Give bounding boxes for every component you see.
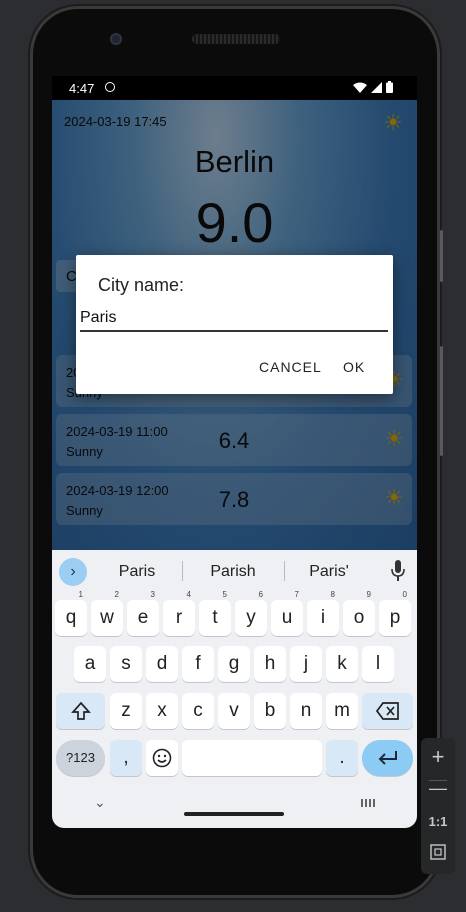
comma-key[interactable]: ,: [110, 740, 142, 776]
key-j[interactable]: j: [290, 646, 322, 682]
shift-key[interactable]: [56, 693, 105, 729]
key-letter: e: [137, 607, 149, 628]
status-icons: [353, 81, 393, 93]
key-b[interactable]: b: [254, 693, 286, 729]
enter-key[interactable]: [362, 740, 413, 776]
key-number-hint: 4: [186, 590, 191, 599]
keyboard-switch-icon[interactable]: [361, 799, 375, 807]
chevron-right-icon[interactable]: ›: [59, 558, 87, 586]
key-y[interactable]: y6: [235, 590, 267, 636]
key-p[interactable]: p0: [379, 590, 411, 636]
power-button: [440, 346, 443, 456]
volume-button: [440, 230, 443, 282]
key-l[interactable]: l: [362, 646, 394, 682]
key-w[interactable]: w2: [91, 590, 123, 636]
key-letter: t: [212, 607, 218, 628]
front-camera: [110, 33, 122, 45]
key-letter: p: [389, 607, 401, 628]
signal-icon: [371, 81, 382, 93]
key-e[interactable]: e3: [127, 590, 159, 636]
key-number-hint: 3: [150, 590, 155, 599]
key-number-hint: 5: [222, 590, 227, 599]
key-a[interactable]: a: [74, 646, 106, 682]
key-q[interactable]: q1: [55, 590, 87, 636]
suggestion-divider: [182, 561, 183, 581]
period-key[interactable]: .: [326, 740, 358, 776]
emoji-key[interactable]: [146, 740, 178, 776]
city-name-dialog: City name: CANCEL OK: [76, 255, 393, 394]
key-letter: q: [65, 607, 77, 628]
zoom-in-icon[interactable]: +: [421, 744, 455, 770]
key-number-hint: 1: [78, 590, 83, 599]
earpiece-speaker: [192, 34, 280, 44]
suggestion-item[interactable]: Parish: [188, 563, 278, 581]
fit-screen-icon[interactable]: [421, 844, 455, 865]
microphone-icon[interactable]: [391, 560, 405, 582]
backspace-key[interactable]: [362, 693, 413, 729]
enter-icon: [378, 751, 397, 765]
fit-screen-icon: [430, 844, 446, 860]
key-v[interactable]: v: [218, 693, 250, 729]
zoom-out-icon[interactable]: —: [421, 778, 455, 799]
key-k[interactable]: k: [326, 646, 358, 682]
suggestion-item[interactable]: Paris: [92, 563, 182, 581]
wifi-icon: [353, 82, 367, 93]
navigation-bar: ⌄: [52, 794, 417, 828]
key-n[interactable]: n: [290, 693, 322, 729]
key-c[interactable]: c: [182, 693, 214, 729]
status-bar: 4:47: [52, 76, 417, 100]
key-number-hint: 6: [258, 590, 263, 599]
battery-icon: [386, 81, 393, 93]
key-o[interactable]: o9: [343, 590, 375, 636]
dialog-title: City name:: [98, 275, 185, 295]
space-key[interactable]: [182, 740, 322, 776]
sync-icon: [105, 82, 115, 92]
key-letter: u: [281, 607, 293, 628]
key-number-hint: 8: [330, 590, 335, 599]
key-letter: i: [320, 607, 326, 628]
key-letter: y: [246, 607, 256, 628]
cancel-button[interactable]: CANCEL: [259, 359, 322, 375]
key-h[interactable]: h: [254, 646, 286, 682]
key-f[interactable]: f: [182, 646, 214, 682]
key-g[interactable]: g: [218, 646, 250, 682]
key-m[interactable]: m: [326, 693, 358, 729]
city-name-input[interactable]: [80, 306, 388, 332]
key-letter: w: [100, 607, 114, 628]
home-gesture-bar[interactable]: [184, 812, 284, 816]
suggestion-item[interactable]: Paris': [284, 563, 374, 581]
status-time: 4:47: [69, 81, 95, 96]
key-letter: r: [175, 607, 183, 628]
key-x[interactable]: x: [146, 693, 178, 729]
key-d[interactable]: d: [146, 646, 178, 682]
key-r[interactable]: r4: [163, 590, 195, 636]
key-t[interactable]: t5: [199, 590, 231, 636]
key-z[interactable]: z: [110, 693, 142, 729]
device-screen: 4:47 2024-03-19 17:45 ☀ Berlin 9.0 C 20 …: [52, 76, 417, 828]
emulator-zoom-panel: + — 1:1: [421, 738, 455, 874]
suggestion-strip: › Paris Parish Paris': [52, 550, 417, 592]
key-number-hint: 2: [114, 590, 119, 599]
symbols-key[interactable]: ?123: [56, 740, 105, 776]
key-u[interactable]: u7: [271, 590, 303, 636]
key-letter: o: [353, 607, 365, 628]
chevron-down-icon[interactable]: ⌄: [94, 794, 106, 811]
shift-arrow-icon: [70, 701, 91, 720]
key-number-hint: 9: [366, 590, 371, 599]
key-number-hint: 0: [402, 590, 407, 599]
backspace-icon: [375, 702, 399, 720]
key-i[interactable]: i8: [307, 590, 339, 636]
actual-size-button[interactable]: 1:1: [421, 814, 455, 829]
key-number-hint: 7: [294, 590, 299, 599]
soft-keyboard: › Paris Parish Paris' q1w2e3r4t5y6u7i8o9…: [52, 550, 417, 828]
emoji-icon: [152, 748, 172, 768]
key-s[interactable]: s: [110, 646, 142, 682]
ok-button[interactable]: OK: [343, 359, 365, 375]
